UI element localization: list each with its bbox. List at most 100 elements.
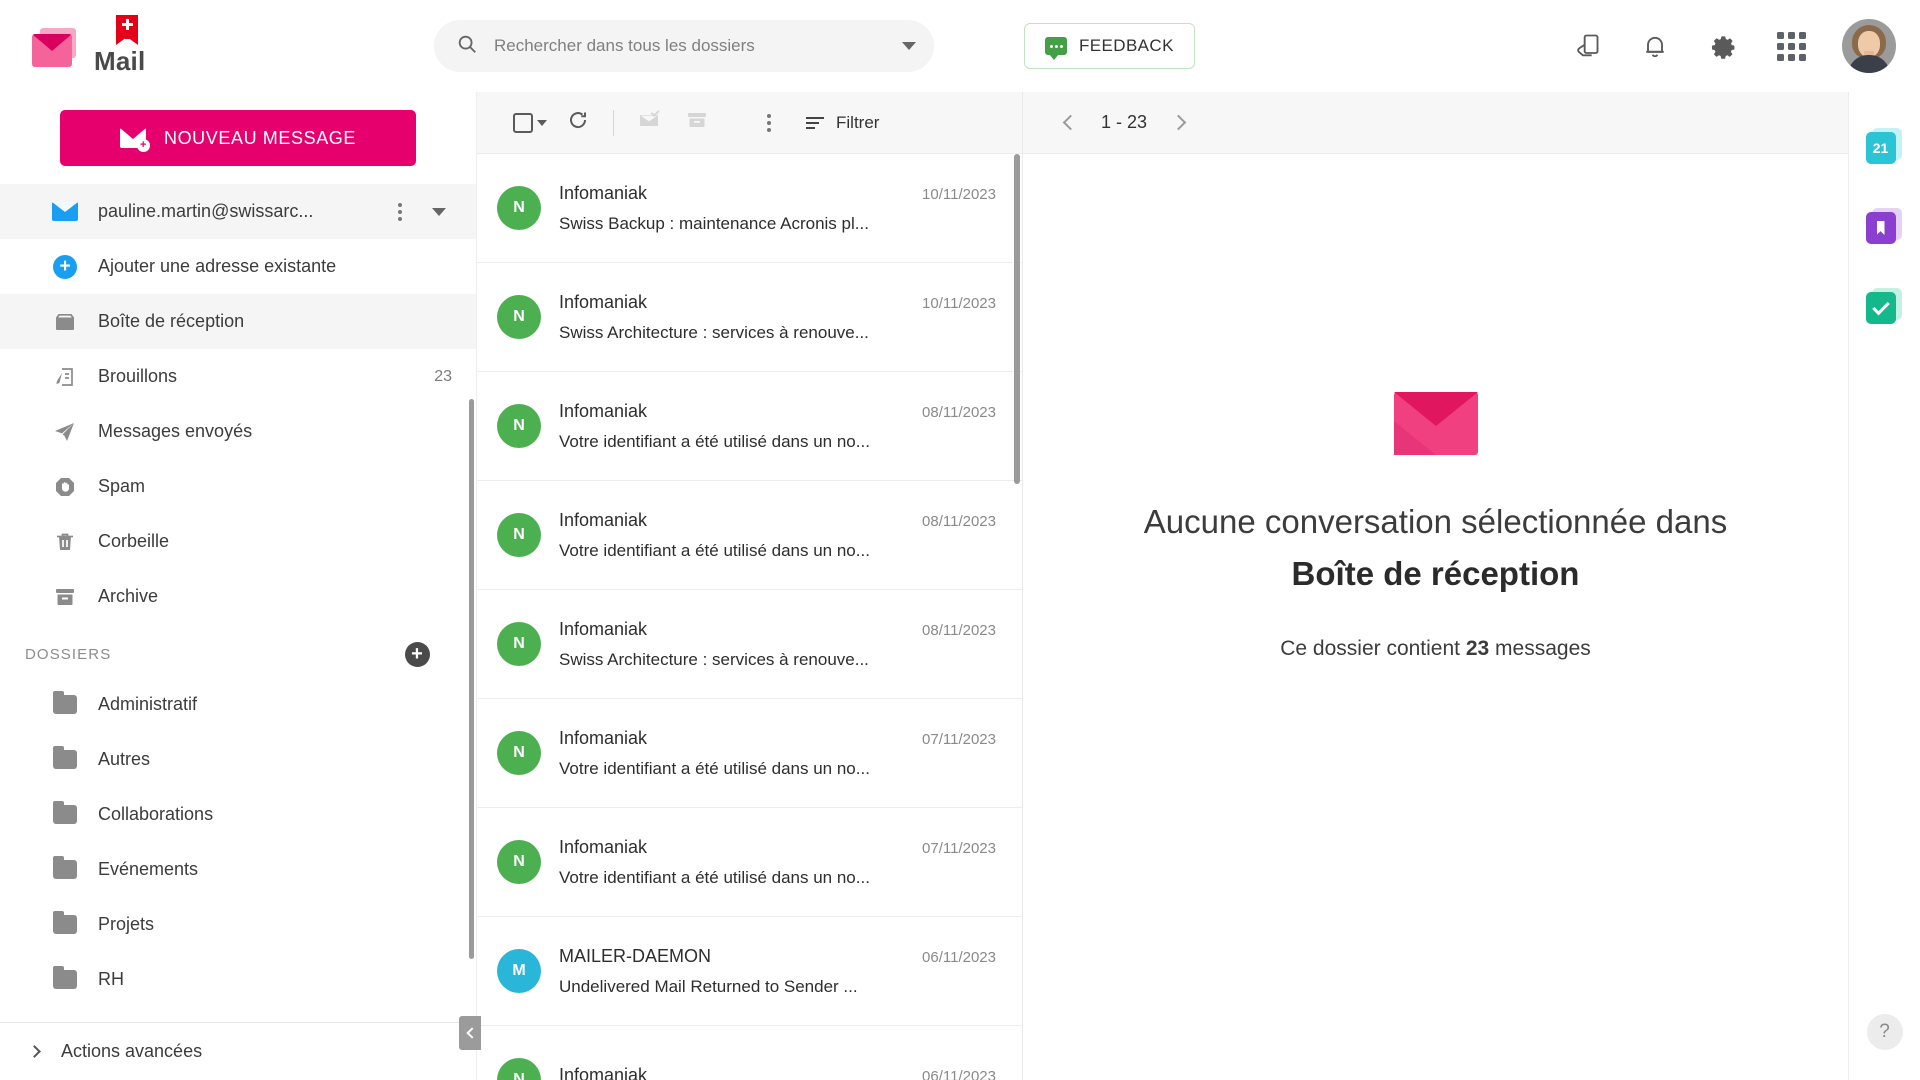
- message-subject: Swiss Architecture : services à renouve.…: [559, 322, 869, 342]
- sidebar-item-label: Messages envoyés: [98, 421, 253, 441]
- sidebar-folder-collaborations[interactable]: Collaborations: [0, 787, 476, 842]
- feedback-button[interactable]: FEEDBACK: [1024, 23, 1195, 69]
- toolbar-divider: [613, 109, 614, 136]
- contacts-app-icon[interactable]: [1865, 208, 1904, 248]
- empty-state-sub-prefix: Ce dossier contient: [1280, 637, 1466, 660]
- calendar-app-icon[interactable]: 21: [1865, 128, 1904, 168]
- add-folder-plus-circle-icon[interactable]: +: [405, 642, 430, 667]
- message-list-toolbar: Filtrer: [477, 92, 1022, 154]
- message-sender: Infomaniak: [559, 291, 648, 312]
- sidebar-item-label: Spam: [98, 476, 146, 496]
- message-list-scrollbar[interactable]: [1014, 154, 1020, 484]
- message-sender: Infomaniak: [559, 509, 648, 530]
- brand-logo[interactable]: Mail: [24, 15, 354, 77]
- filter-label: Filtrer: [836, 112, 880, 132]
- search-icon: [456, 33, 478, 60]
- sidebar-scrollbar[interactable]: [469, 399, 474, 959]
- message-list-item[interactable]: N Infomaniak 08/11/2023 Votre identifian…: [477, 372, 1022, 481]
- message-date: 10/11/2023: [922, 185, 996, 203]
- new-message-button[interactable]: + NOUVEAU MESSAGE: [60, 110, 416, 166]
- sidebar-item-drafts[interactable]: Brouillons 23: [0, 349, 476, 404]
- bell-notification-icon[interactable]: [1638, 29, 1672, 63]
- help-icon[interactable]: ?: [1866, 1014, 1903, 1050]
- sidebar-item-label: Boîte de réception: [98, 311, 245, 331]
- sidebar-item-label: Corbeille: [98, 531, 170, 551]
- message-list-item[interactable]: N Infomaniak 08/11/2023 Votre identifian…: [477, 481, 1022, 590]
- message-list-item[interactable]: N Infomaniak 08/11/2023 Swiss Architectu…: [477, 590, 1022, 699]
- sidebar-item-inbox[interactable]: Boîte de réception: [0, 294, 476, 349]
- select-all-checkbox[interactable]: [507, 100, 553, 146]
- sender-avatar: N: [497, 731, 541, 775]
- empty-state-sub-suffix: messages: [1489, 637, 1591, 660]
- message-list-item[interactable]: N Infomaniak 10/11/2023 Swiss Backup : m…: [477, 154, 1022, 263]
- sidebar-item-archive[interactable]: Archive: [0, 569, 476, 624]
- message-subject: Votre identifiant a été utilisé dans un …: [559, 540, 870, 560]
- message-list-item[interactable]: N Infomaniak 07/11/2023 Votre identifian…: [477, 808, 1022, 917]
- sidebar-folder-projets[interactable]: Projets: [0, 897, 476, 952]
- user-avatar[interactable]: [1842, 19, 1896, 73]
- account-kebab-menu-icon[interactable]: [388, 202, 412, 221]
- account-chevron-down-icon[interactable]: [432, 207, 446, 216]
- add-address-label: Ajouter une adresse existante: [98, 256, 337, 276]
- refresh-button[interactable]: [555, 100, 601, 146]
- message-date: 10/11/2023: [922, 294, 996, 312]
- account-email-label: pauline.martin@swissarc...: [98, 201, 314, 221]
- sidebar-item-label: Brouillons: [98, 366, 178, 386]
- chevron-down-icon: [537, 119, 547, 126]
- sidebar-account-item[interactable]: pauline.martin@swissarc...: [0, 184, 476, 239]
- sidebar-folder-evenements[interactable]: Evénements: [0, 842, 476, 897]
- filter-button[interactable]: Filtrer: [794, 100, 891, 146]
- folder-label: Projets: [98, 914, 155, 934]
- reading-pane: 1 - 23 Aucune conversation sélectionnée …: [1022, 92, 1848, 1080]
- mark-as-read-icon: [637, 108, 661, 137]
- search-area: [434, 20, 934, 72]
- sidebar-item-count: 23: [434, 367, 452, 385]
- refresh-icon: [566, 108, 590, 137]
- mail-envelope-logo: [24, 18, 80, 74]
- kebab-menu-icon: [757, 113, 781, 132]
- empty-state-line2: Boîte de réception: [1291, 555, 1580, 592]
- sidebar-item-spam[interactable]: Spam: [0, 459, 476, 514]
- message-date: 06/11/2023: [922, 948, 996, 966]
- collapse-panel-icon[interactable]: [459, 1016, 481, 1050]
- sender-avatar: N: [497, 840, 541, 884]
- sidebar-item-add-address[interactable]: + Ajouter une adresse existante: [0, 239, 476, 294]
- message-date: 07/11/2023: [922, 730, 996, 748]
- new-message-envelope-icon: +: [119, 128, 150, 152]
- folder-icon: [53, 746, 77, 769]
- folder-icon: [53, 801, 77, 824]
- message-sender: Infomaniak: [559, 182, 648, 203]
- hand-tablet-icon[interactable]: [1570, 29, 1604, 63]
- empty-state-message-count: 23: [1465, 637, 1490, 660]
- search-input[interactable]: [494, 36, 886, 56]
- sidebar-folder-rh[interactable]: RH: [0, 952, 476, 1007]
- tasks-app-icon[interactable]: [1865, 288, 1904, 328]
- message-date: 07/11/2023: [922, 839, 996, 857]
- mark-as-read-button[interactable]: [626, 100, 672, 146]
- sidebar-folder-administratif[interactable]: Administratif: [0, 677, 476, 732]
- next-page-chevron-right-icon[interactable]: [1163, 106, 1197, 140]
- chevron-right-icon: [28, 1045, 41, 1058]
- previous-page-chevron-left-icon[interactable]: [1051, 106, 1085, 140]
- advanced-actions-row[interactable]: Actions avancées: [0, 1022, 476, 1080]
- message-list-item[interactable]: M MAILER-DAEMON 06/11/2023 Undelivered M…: [477, 917, 1022, 1026]
- sidebar-item-label: Archive: [98, 586, 159, 606]
- search-dropdown-chevron-down-icon[interactable]: [902, 42, 916, 50]
- sidebar-folder-autres[interactable]: Autres: [0, 732, 476, 787]
- sidebar-item-trash[interactable]: Corbeille: [0, 514, 476, 569]
- more-actions-button[interactable]: [746, 100, 792, 146]
- apps-grid-icon[interactable]: [1774, 29, 1808, 63]
- search-box[interactable]: [434, 20, 934, 72]
- brand-name: Mail: [94, 46, 146, 76]
- message-list-item[interactable]: N Infomaniak 06/11/2023: [477, 1026, 1022, 1080]
- mail-application: Mail FEEDBACK: [0, 0, 1920, 1080]
- message-subject: Swiss Architecture : services à renouve.…: [559, 649, 869, 669]
- archive-button[interactable]: [674, 100, 720, 146]
- folder-label: Administratif: [98, 694, 198, 714]
- message-list-item[interactable]: N Infomaniak 07/11/2023 Votre identifian…: [477, 699, 1022, 808]
- message-list-item[interactable]: N Infomaniak 10/11/2023 Swiss Architectu…: [477, 263, 1022, 372]
- gear-settings-icon[interactable]: [1706, 29, 1740, 63]
- sidebar-item-sent[interactable]: Messages envoyés: [0, 404, 476, 459]
- main-body: + NOUVEAU MESSAGE pauline.martin@swissar…: [0, 92, 1920, 1080]
- checkbox-icon: [513, 112, 533, 133]
